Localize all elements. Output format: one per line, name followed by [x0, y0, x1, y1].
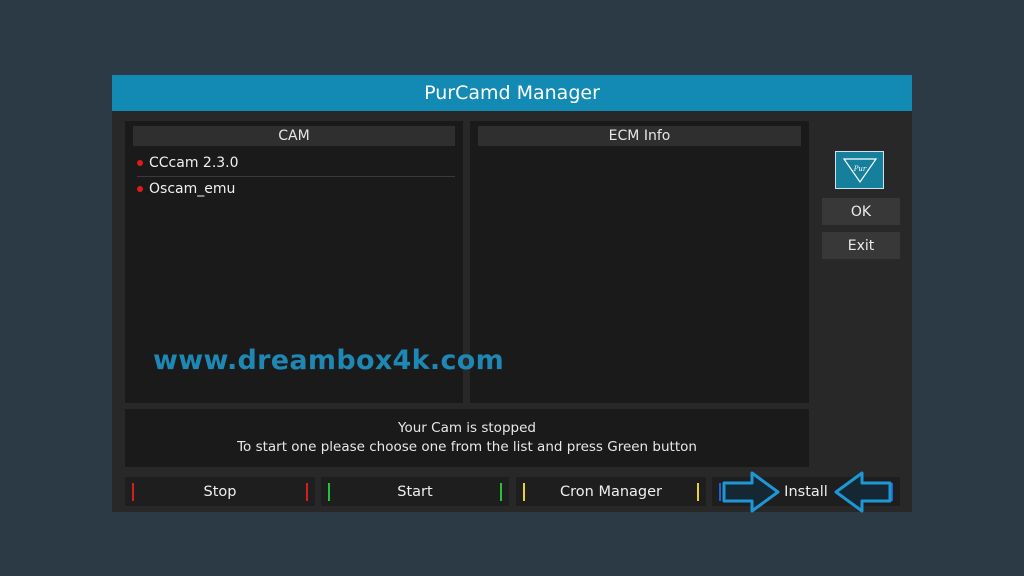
green-start-button[interactable]: Start [321, 477, 509, 506]
red-key-indicator [132, 483, 134, 501]
cam-list-item-cccam[interactable]: CCcam 2.3.0 [137, 151, 455, 175]
purcamd-manager-window: PurCamd Manager CAM CCcam 2.3.0 Oscam_em… [112, 75, 912, 512]
ok-button[interactable]: OK [822, 198, 900, 225]
status-message-box: Your Cam is stopped To start one please … [125, 409, 809, 467]
exit-button[interactable]: Exit [822, 232, 900, 259]
yellow-key-indicator [523, 483, 525, 501]
stop-label: Stop [203, 483, 237, 500]
blue-key-indicator [719, 483, 721, 501]
status-line-2: To start one please choose one from the … [237, 439, 697, 455]
red-key-indicator [306, 483, 308, 501]
arrow-right-icon [722, 471, 780, 513]
yellow-cron-manager-button[interactable]: Cron Manager [516, 477, 706, 506]
window-title: PurCamd Manager [112, 75, 912, 111]
svg-text:Pur: Pur [852, 165, 866, 173]
cam-list-item-oscam[interactable]: Oscam_emu [137, 177, 455, 201]
status-dot-icon [137, 160, 143, 166]
green-key-indicator [328, 483, 330, 501]
purcamd-logo-icon: Pur [835, 151, 884, 189]
cam-item-label: CCcam 2.3.0 [149, 155, 239, 171]
watermark-text: www.dreambox4k.com [153, 345, 505, 376]
start-label: Start [397, 483, 433, 500]
install-label: Install [784, 483, 828, 500]
cam-item-label: Oscam_emu [149, 181, 236, 197]
cron-manager-label: Cron Manager [560, 483, 662, 500]
ecm-info-panel: ECM Info [470, 121, 809, 403]
ecm-info-header: ECM Info [478, 126, 801, 146]
status-dot-icon [137, 186, 143, 192]
yellow-key-indicator [697, 483, 699, 501]
green-key-indicator [500, 483, 502, 501]
cam-list-header: CAM [133, 126, 455, 146]
arrow-left-icon [834, 471, 892, 513]
red-stop-button[interactable]: Stop [125, 477, 315, 506]
status-line-1: Your Cam is stopped [398, 420, 536, 436]
